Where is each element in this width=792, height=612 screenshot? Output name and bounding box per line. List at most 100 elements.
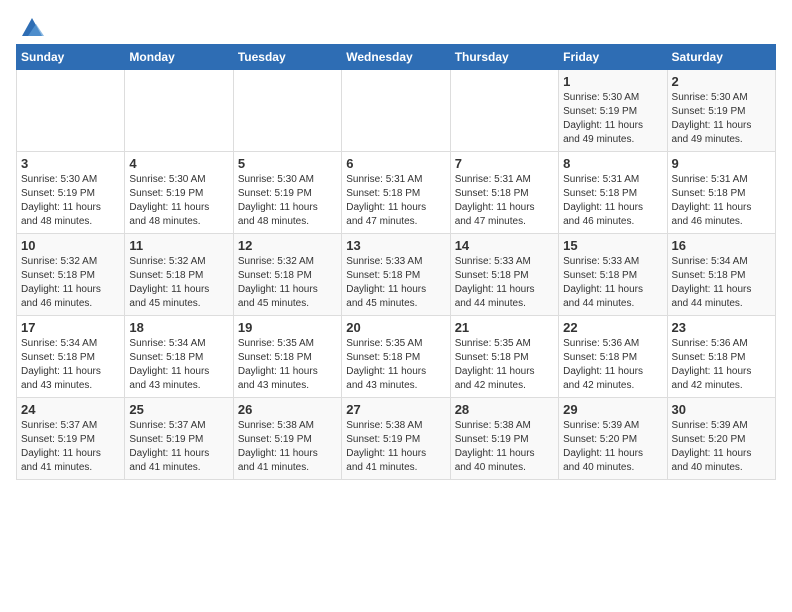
calendar-cell: 13 Sunrise: 5:33 AM Sunset: 5:18 PM Dayli… [342,234,450,316]
day-info: Sunrise: 5:35 AM Sunset: 5:18 PM Dayligh… [455,337,554,393]
weekday-header-friday: Friday [559,45,667,70]
day-info: Sunrise: 5:38 AM Sunset: 5:19 PM Dayligh… [238,419,337,475]
calendar-cell: 7 Sunrise: 5:31 AM Sunset: 5:18 PM Daylig… [450,152,558,234]
calendar-cell [450,70,558,152]
day-number: 9 [672,156,771,171]
calendar-cell: 26 Sunrise: 5:38 AM Sunset: 5:19 PM Dayli… [233,398,341,480]
calendar-cell: 23 Sunrise: 5:36 AM Sunset: 5:18 PM Dayli… [667,316,775,398]
calendar-cell: 9 Sunrise: 5:31 AM Sunset: 5:18 PM Daylig… [667,152,775,234]
calendar-cell [17,70,125,152]
day-number: 17 [21,320,120,335]
calendar-week-row: 24 Sunrise: 5:37 AM Sunset: 5:19 PM Dayli… [17,398,776,480]
calendar-header-row: SundayMondayTuesdayWednesdayThursdayFrid… [17,45,776,70]
day-info: Sunrise: 5:36 AM Sunset: 5:18 PM Dayligh… [563,337,662,393]
day-info: Sunrise: 5:34 AM Sunset: 5:18 PM Dayligh… [21,337,120,393]
day-info: Sunrise: 5:30 AM Sunset: 5:19 PM Dayligh… [129,173,228,229]
day-number: 22 [563,320,662,335]
calendar-cell: 11Sunrise: 5:32 AM Sunset: 5:18 PM Dayli… [125,234,233,316]
weekday-header-sunday: Sunday [17,45,125,70]
day-info: Sunrise: 5:33 AM Sunset: 5:18 PM Dayligh… [346,255,445,311]
calendar-cell: 22 Sunrise: 5:36 AM Sunset: 5:18 PM Dayli… [559,316,667,398]
day-info: Sunrise: 5:32 AM Sunset: 5:18 PM Dayligh… [21,255,120,311]
weekday-header-thursday: Thursday [450,45,558,70]
calendar-cell: 5 Sunrise: 5:30 AM Sunset: 5:19 PM Daylig… [233,152,341,234]
day-number: 13 [346,238,445,253]
day-number: 26 [238,402,337,417]
day-info: Sunrise: 5:30 AM Sunset: 5:19 PM Dayligh… [21,173,120,229]
calendar-cell: 19Sunrise: 5:35 AM Sunset: 5:18 PM Dayli… [233,316,341,398]
day-number: 10 [21,238,120,253]
calendar-cell: 27 Sunrise: 5:38 AM Sunset: 5:19 PM Dayli… [342,398,450,480]
calendar-cell: 25 Sunrise: 5:37 AM Sunset: 5:19 PM Dayli… [125,398,233,480]
calendar-week-row: 3 Sunrise: 5:30 AM Sunset: 5:19 PM Daylig… [17,152,776,234]
calendar-table: SundayMondayTuesdayWednesdayThursdayFrid… [16,44,776,480]
day-number: 2 [672,74,771,89]
logo [16,16,46,40]
calendar-cell: 6 Sunrise: 5:31 AM Sunset: 5:18 PM Daylig… [342,152,450,234]
day-number: 20 [346,320,445,335]
day-number: 4 [129,156,228,171]
weekday-header-wednesday: Wednesday [342,45,450,70]
calendar-cell: 18 Sunrise: 5:34 AM Sunset: 5:18 PM Dayli… [125,316,233,398]
day-info: Sunrise: 5:33 AM Sunset: 5:18 PM Dayligh… [563,255,662,311]
calendar-cell: 2 Sunrise: 5:30 AM Sunset: 5:19 PM Daylig… [667,70,775,152]
day-info: Sunrise: 5:39 AM Sunset: 5:20 PM Dayligh… [672,419,771,475]
day-info: Sunrise: 5:30 AM Sunset: 5:19 PM Dayligh… [563,91,662,147]
calendar-cell: 12Sunrise: 5:32 AM Sunset: 5:18 PM Dayli… [233,234,341,316]
day-number: 28 [455,402,554,417]
day-info: Sunrise: 5:34 AM Sunset: 5:18 PM Dayligh… [672,255,771,311]
calendar-cell [125,70,233,152]
weekday-header-monday: Monday [125,45,233,70]
day-number: 5 [238,156,337,171]
day-info: Sunrise: 5:35 AM Sunset: 5:18 PM Dayligh… [346,337,445,393]
calendar-cell [233,70,341,152]
day-number: 7 [455,156,554,171]
calendar-cell: 15 Sunrise: 5:33 AM Sunset: 5:18 PM Dayli… [559,234,667,316]
day-number: 30 [672,402,771,417]
day-number: 12 [238,238,337,253]
calendar-cell: 30 Sunrise: 5:39 AM Sunset: 5:20 PM Dayli… [667,398,775,480]
calendar-cell: 24 Sunrise: 5:37 AM Sunset: 5:19 PM Dayli… [17,398,125,480]
calendar-week-row: 1 Sunrise: 5:30 AM Sunset: 5:19 PM Daylig… [17,70,776,152]
day-number: 15 [563,238,662,253]
day-info: Sunrise: 5:37 AM Sunset: 5:19 PM Dayligh… [129,419,228,475]
calendar-cell: 14Sunrise: 5:33 AM Sunset: 5:18 PM Dayli… [450,234,558,316]
calendar-week-row: 10 Sunrise: 5:32 AM Sunset: 5:18 PM Dayli… [17,234,776,316]
day-info: Sunrise: 5:30 AM Sunset: 5:19 PM Dayligh… [672,91,771,147]
logo-icon [18,12,46,40]
weekday-header-saturday: Saturday [667,45,775,70]
day-number: 21 [455,320,554,335]
day-info: Sunrise: 5:31 AM Sunset: 5:18 PM Dayligh… [346,173,445,229]
day-number: 8 [563,156,662,171]
day-info: Sunrise: 5:31 AM Sunset: 5:18 PM Dayligh… [672,173,771,229]
day-number: 16 [672,238,771,253]
calendar-cell: 8 Sunrise: 5:31 AM Sunset: 5:18 PM Daylig… [559,152,667,234]
calendar-cell: 20 Sunrise: 5:35 AM Sunset: 5:18 PM Dayli… [342,316,450,398]
calendar-cell: 28Sunrise: 5:38 AM Sunset: 5:19 PM Dayli… [450,398,558,480]
day-info: Sunrise: 5:30 AM Sunset: 5:19 PM Dayligh… [238,173,337,229]
day-number: 6 [346,156,445,171]
calendar-cell: 4 Sunrise: 5:30 AM Sunset: 5:19 PM Daylig… [125,152,233,234]
calendar-cell: 10 Sunrise: 5:32 AM Sunset: 5:18 PM Dayli… [17,234,125,316]
day-number: 19 [238,320,337,335]
day-number: 27 [346,402,445,417]
calendar-cell: 17 Sunrise: 5:34 AM Sunset: 5:18 PM Dayli… [17,316,125,398]
day-number: 14 [455,238,554,253]
day-number: 29 [563,402,662,417]
day-info: Sunrise: 5:36 AM Sunset: 5:18 PM Dayligh… [672,337,771,393]
day-number: 24 [21,402,120,417]
day-number: 25 [129,402,228,417]
day-number: 18 [129,320,228,335]
day-number: 23 [672,320,771,335]
day-info: Sunrise: 5:31 AM Sunset: 5:18 PM Dayligh… [455,173,554,229]
day-number: 11 [129,238,228,253]
day-info: Sunrise: 5:38 AM Sunset: 5:19 PM Dayligh… [346,419,445,475]
day-number: 1 [563,74,662,89]
calendar-cell: 1 Sunrise: 5:30 AM Sunset: 5:19 PM Daylig… [559,70,667,152]
weekday-header-tuesday: Tuesday [233,45,341,70]
day-info: Sunrise: 5:34 AM Sunset: 5:18 PM Dayligh… [129,337,228,393]
page-header [16,10,776,40]
day-info: Sunrise: 5:37 AM Sunset: 5:19 PM Dayligh… [21,419,120,475]
day-info: Sunrise: 5:31 AM Sunset: 5:18 PM Dayligh… [563,173,662,229]
day-number: 3 [21,156,120,171]
